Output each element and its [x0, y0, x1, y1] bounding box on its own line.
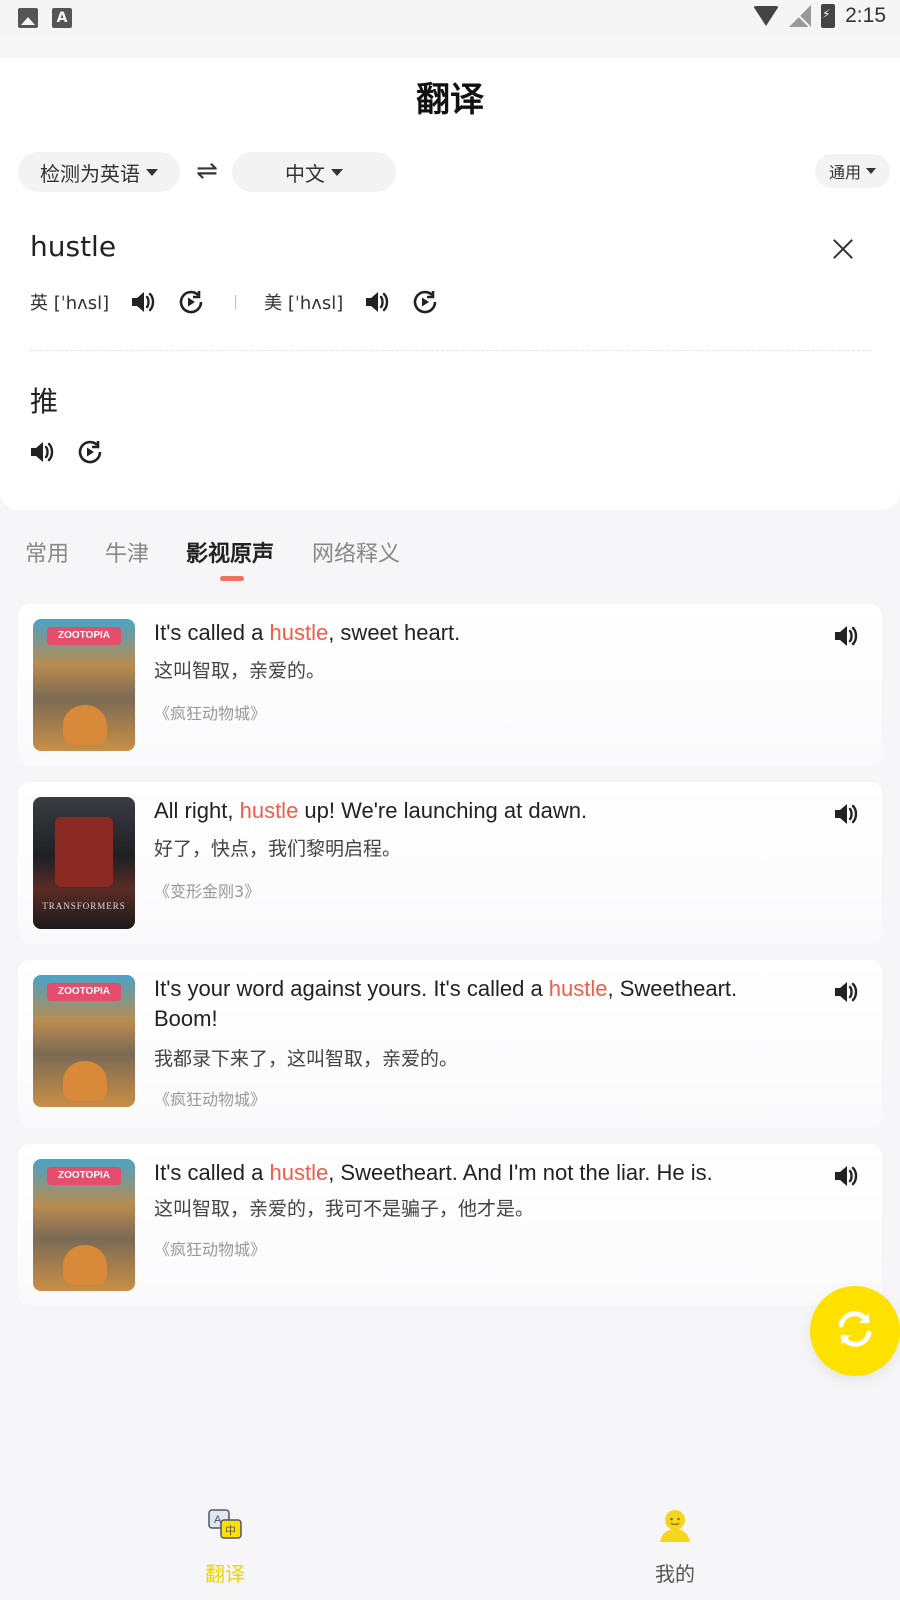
poster-logo: TRANSFORMERS	[42, 901, 126, 911]
phonetic-uk: 英 [ˈhʌsl]	[30, 293, 110, 314]
status-time: 2:15	[845, 4, 886, 27]
poster-character	[63, 1061, 107, 1101]
nav-translate-label: 翻译	[205, 1562, 245, 1586]
example-english: All right, hustle up! We're launching at…	[154, 798, 588, 823]
example-card[interactable]: TRANSFORMERS All right, hustle up! We're…	[18, 782, 882, 944]
source-language-selector[interactable]: 检测为英语	[18, 152, 180, 192]
speaker-icon[interactable]	[363, 288, 391, 316]
speaker-icon[interactable]	[832, 800, 860, 828]
movie-poster: ZOOTOPIA	[33, 975, 135, 1107]
caret-down-icon	[146, 168, 158, 176]
highlighted-word: hustle	[269, 620, 329, 645]
speaker-icon[interactable]	[28, 438, 56, 466]
example-chinese: 这叫智取，亲爱的。	[154, 660, 326, 682]
target-language-selector[interactable]: 中文	[232, 152, 396, 192]
swap-languages-icon[interactable]: ⇌	[196, 156, 218, 186]
nav-profile-label: 我的	[655, 1562, 695, 1586]
source-language-label: 检测为英语	[40, 161, 140, 186]
speaker-icon[interactable]	[832, 978, 860, 1006]
poster-logo: ZOOTOPIA	[47, 1167, 121, 1185]
battery-charging-icon	[821, 4, 836, 28]
movie-poster: ZOOTOPIA	[33, 619, 135, 751]
signal-off-icon	[789, 5, 812, 27]
poster-character	[63, 1245, 107, 1285]
tab-movie-audio[interactable]: 影视原声	[186, 536, 274, 568]
example-english: It's your word against yours. It's calle…	[154, 976, 738, 1031]
example-chinese: 好了，快点，我们黎明启程。	[154, 838, 402, 860]
translation-card: hustle 英 [ˈhʌsl] 美 [ˈhʌsl] 推	[0, 202, 900, 510]
app-header: 翻译	[0, 58, 900, 142]
tab-web-definition[interactable]: 网络释义	[312, 536, 400, 568]
status-bar: A 2:15	[0, 0, 900, 36]
gallery-notification-icon	[18, 8, 38, 28]
example-english: It's called a hustle, sweet heart.	[154, 620, 461, 645]
example-source: 《变形金刚3》	[154, 882, 261, 901]
phonetic-row: 英 [ˈhʌsl] 美 [ˈhʌsl]	[30, 288, 469, 316]
highlighted-word: hustle	[548, 976, 608, 1001]
poster-logo: ZOOTOPIA	[47, 627, 121, 645]
language-bar: 检测为英语 ⇌ 中文 通用	[0, 142, 900, 202]
caret-down-icon	[866, 168, 876, 174]
translation-result: 推	[30, 385, 59, 418]
svg-text:中: 中	[225, 1524, 236, 1537]
close-icon[interactable]	[832, 238, 854, 260]
refresh-icon	[833, 1307, 877, 1355]
example-source: 《疯狂动物城》	[154, 704, 267, 723]
nav-translate[interactable]: A 中 翻译	[0, 1496, 450, 1600]
domain-selector[interactable]: 通用	[814, 154, 890, 188]
example-chinese: 这叫智取，亲爱的，我可不是骗子，他才是。	[154, 1198, 535, 1220]
nav-profile[interactable]: 我的	[450, 1496, 900, 1600]
example-chinese: 我都录下来了，这叫智取，亲爱的。	[154, 1048, 459, 1070]
highlighted-word: hustle	[269, 1160, 329, 1185]
movie-poster: ZOOTOPIA	[33, 1159, 135, 1291]
highlighted-word: hustle	[239, 798, 299, 823]
target-language-label: 中文	[285, 161, 325, 186]
active-tab-indicator	[220, 576, 244, 581]
caret-down-icon	[331, 168, 343, 176]
example-card[interactable]: ZOOTOPIA It's called a hustle, Sweethear…	[18, 1144, 882, 1306]
example-english: It's called a hustle, Sweetheart. And I'…	[154, 1160, 713, 1185]
example-source: 《疯狂动物城》	[154, 1240, 267, 1259]
bottom-navigation: A 中 翻译 我的	[0, 1496, 900, 1600]
movie-poster: TRANSFORMERS	[33, 797, 135, 929]
divider	[30, 350, 870, 351]
speaker-icon[interactable]	[832, 1162, 860, 1190]
profile-icon	[657, 1508, 693, 1542]
speaker-icon[interactable]	[832, 622, 860, 650]
domain-label: 通用	[828, 163, 861, 182]
font-notification-icon: A	[52, 8, 72, 28]
poster-character	[55, 817, 113, 887]
dictionary-tabs: 常用 牛津 影视原声 网络释义	[0, 532, 900, 582]
source-text[interactable]: hustle	[30, 230, 116, 263]
translate-icon: A 中	[207, 1508, 243, 1542]
replay-icon[interactable]	[411, 288, 439, 316]
example-source: 《疯狂动物城》	[154, 1090, 267, 1109]
example-card[interactable]: ZOOTOPIA It's called a hustle, sweet hea…	[18, 604, 882, 766]
replay-icon[interactable]	[76, 438, 104, 466]
poster-character	[63, 705, 107, 745]
tab-common[interactable]: 常用	[25, 536, 69, 568]
wifi-icon	[753, 6, 780, 26]
replay-icon[interactable]	[177, 288, 205, 316]
refresh-button[interactable]	[810, 1286, 900, 1376]
tab-oxford[interactable]: 牛津	[105, 536, 149, 568]
example-card[interactable]: ZOOTOPIA It's your word against yours. I…	[18, 960, 882, 1128]
phonetic-divider	[235, 295, 237, 309]
poster-logo: ZOOTOPIA	[47, 983, 121, 1001]
phonetic-us: 美 [ˈhʌsl]	[264, 293, 344, 314]
translation-actions	[28, 438, 104, 466]
page-title: 翻译	[416, 80, 484, 120]
speaker-icon[interactable]	[129, 288, 157, 316]
